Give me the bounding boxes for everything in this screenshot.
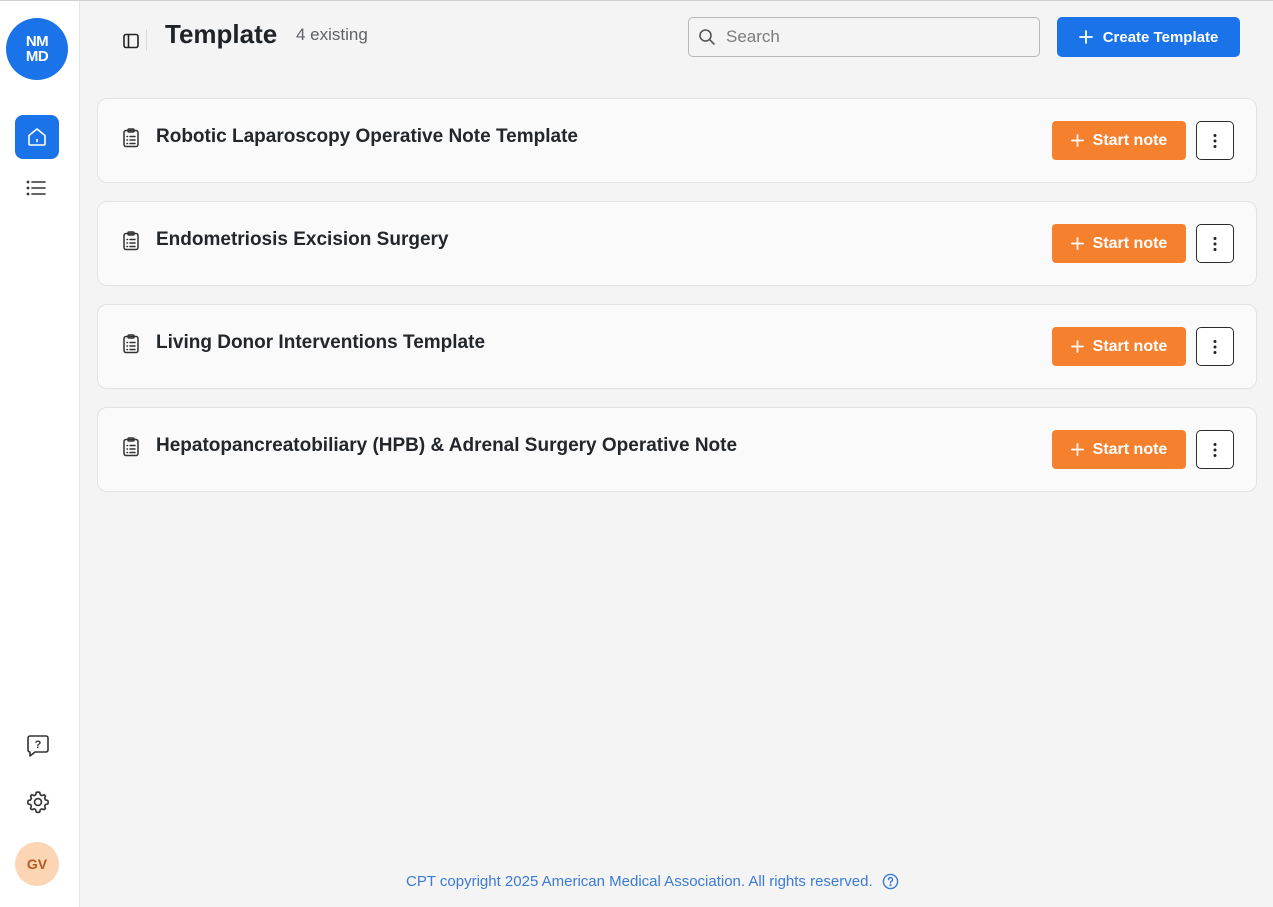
copyright-footer: CPT copyright 2025 American Medical Asso… xyxy=(406,873,899,890)
list-icon xyxy=(26,180,46,196)
help-circle-icon[interactable] xyxy=(882,873,899,890)
create-template-label: Create Template xyxy=(1102,28,1219,46)
more-options-button[interactable] xyxy=(1196,430,1234,469)
more-options-button[interactable] xyxy=(1196,224,1234,263)
more-vertical-icon xyxy=(1213,236,1217,251)
sidebar: NMMD ? GV xyxy=(0,1,80,907)
search-input[interactable] xyxy=(726,27,1026,47)
template-card[interactable]: Living Donor Interventions Template Star… xyxy=(97,304,1257,389)
plus-icon xyxy=(1078,30,1093,44)
clipboard-list-icon xyxy=(123,334,139,354)
more-vertical-icon xyxy=(1213,339,1217,354)
template-title[interactable]: Hepatopancreatobiliary (HPB) & Adrenal S… xyxy=(156,435,737,457)
start-note-label: Start note xyxy=(1092,234,1168,252)
more-vertical-icon xyxy=(1213,133,1217,148)
search-box[interactable] xyxy=(688,17,1040,57)
template-title[interactable]: Living Donor Interventions Template xyxy=(156,332,485,354)
app-root: NMMD ? GV Template 4 existing Search Cre… xyxy=(0,0,1273,907)
sidebar-item-help[interactable]: ? xyxy=(24,732,52,760)
more-options-button[interactable] xyxy=(1196,121,1234,160)
template-card[interactable]: Endometriosis Excision Surgery Start not… xyxy=(97,201,1257,286)
search-icon xyxy=(699,29,715,45)
sidebar-item-list[interactable] xyxy=(22,174,50,202)
user-avatar[interactable]: GV xyxy=(15,842,59,886)
template-card[interactable]: Robotic Laparoscopy Operative Note Templ… xyxy=(97,98,1257,183)
help-chat-icon: ? xyxy=(27,735,49,757)
template-card[interactable]: Hepatopancreatobiliary (HPB) & Adrenal S… xyxy=(97,407,1257,492)
svg-text:?: ? xyxy=(35,739,42,751)
sidebar-item-home[interactable] xyxy=(15,115,59,159)
more-options-button[interactable] xyxy=(1196,327,1234,366)
template-count: 4 existing xyxy=(296,25,368,44)
header-divider xyxy=(146,29,147,51)
page-title: Template xyxy=(165,19,278,49)
sidebar-item-settings[interactable] xyxy=(24,788,52,816)
plus-icon xyxy=(1070,237,1084,250)
template-title[interactable]: Endometriosis Excision Surgery xyxy=(156,229,448,251)
start-note-button[interactable]: Start note xyxy=(1052,121,1186,160)
start-note-label: Start note xyxy=(1092,440,1168,458)
sidebar-toggle-icon xyxy=(123,33,139,49)
plus-icon xyxy=(1070,134,1084,147)
clipboard-list-icon xyxy=(123,128,139,148)
start-note-button[interactable]: Start note xyxy=(1052,327,1186,366)
start-note-button[interactable]: Start note xyxy=(1052,224,1186,263)
brand-logo-text: NMMD xyxy=(25,33,49,65)
copyright-text: CPT copyright 2025 American Medical Asso… xyxy=(406,873,873,890)
start-note-label: Start note xyxy=(1092,337,1168,355)
plus-icon xyxy=(1070,340,1084,353)
gear-icon xyxy=(27,791,49,814)
more-vertical-icon xyxy=(1213,442,1217,457)
template-title[interactable]: Robotic Laparoscopy Operative Note Templ… xyxy=(156,126,578,148)
plus-icon xyxy=(1070,443,1084,456)
home-icon xyxy=(28,128,46,146)
create-template-button[interactable]: Create Template xyxy=(1057,17,1240,57)
clipboard-list-icon xyxy=(123,231,139,251)
toggle-sidebar-button[interactable] xyxy=(118,28,144,54)
avatar-initials: GV xyxy=(26,856,48,872)
start-note-label: Start note xyxy=(1092,131,1168,149)
brand-logo[interactable]: NMMD xyxy=(6,18,68,80)
start-note-button[interactable]: Start note xyxy=(1052,430,1186,469)
clipboard-list-icon xyxy=(123,437,139,457)
